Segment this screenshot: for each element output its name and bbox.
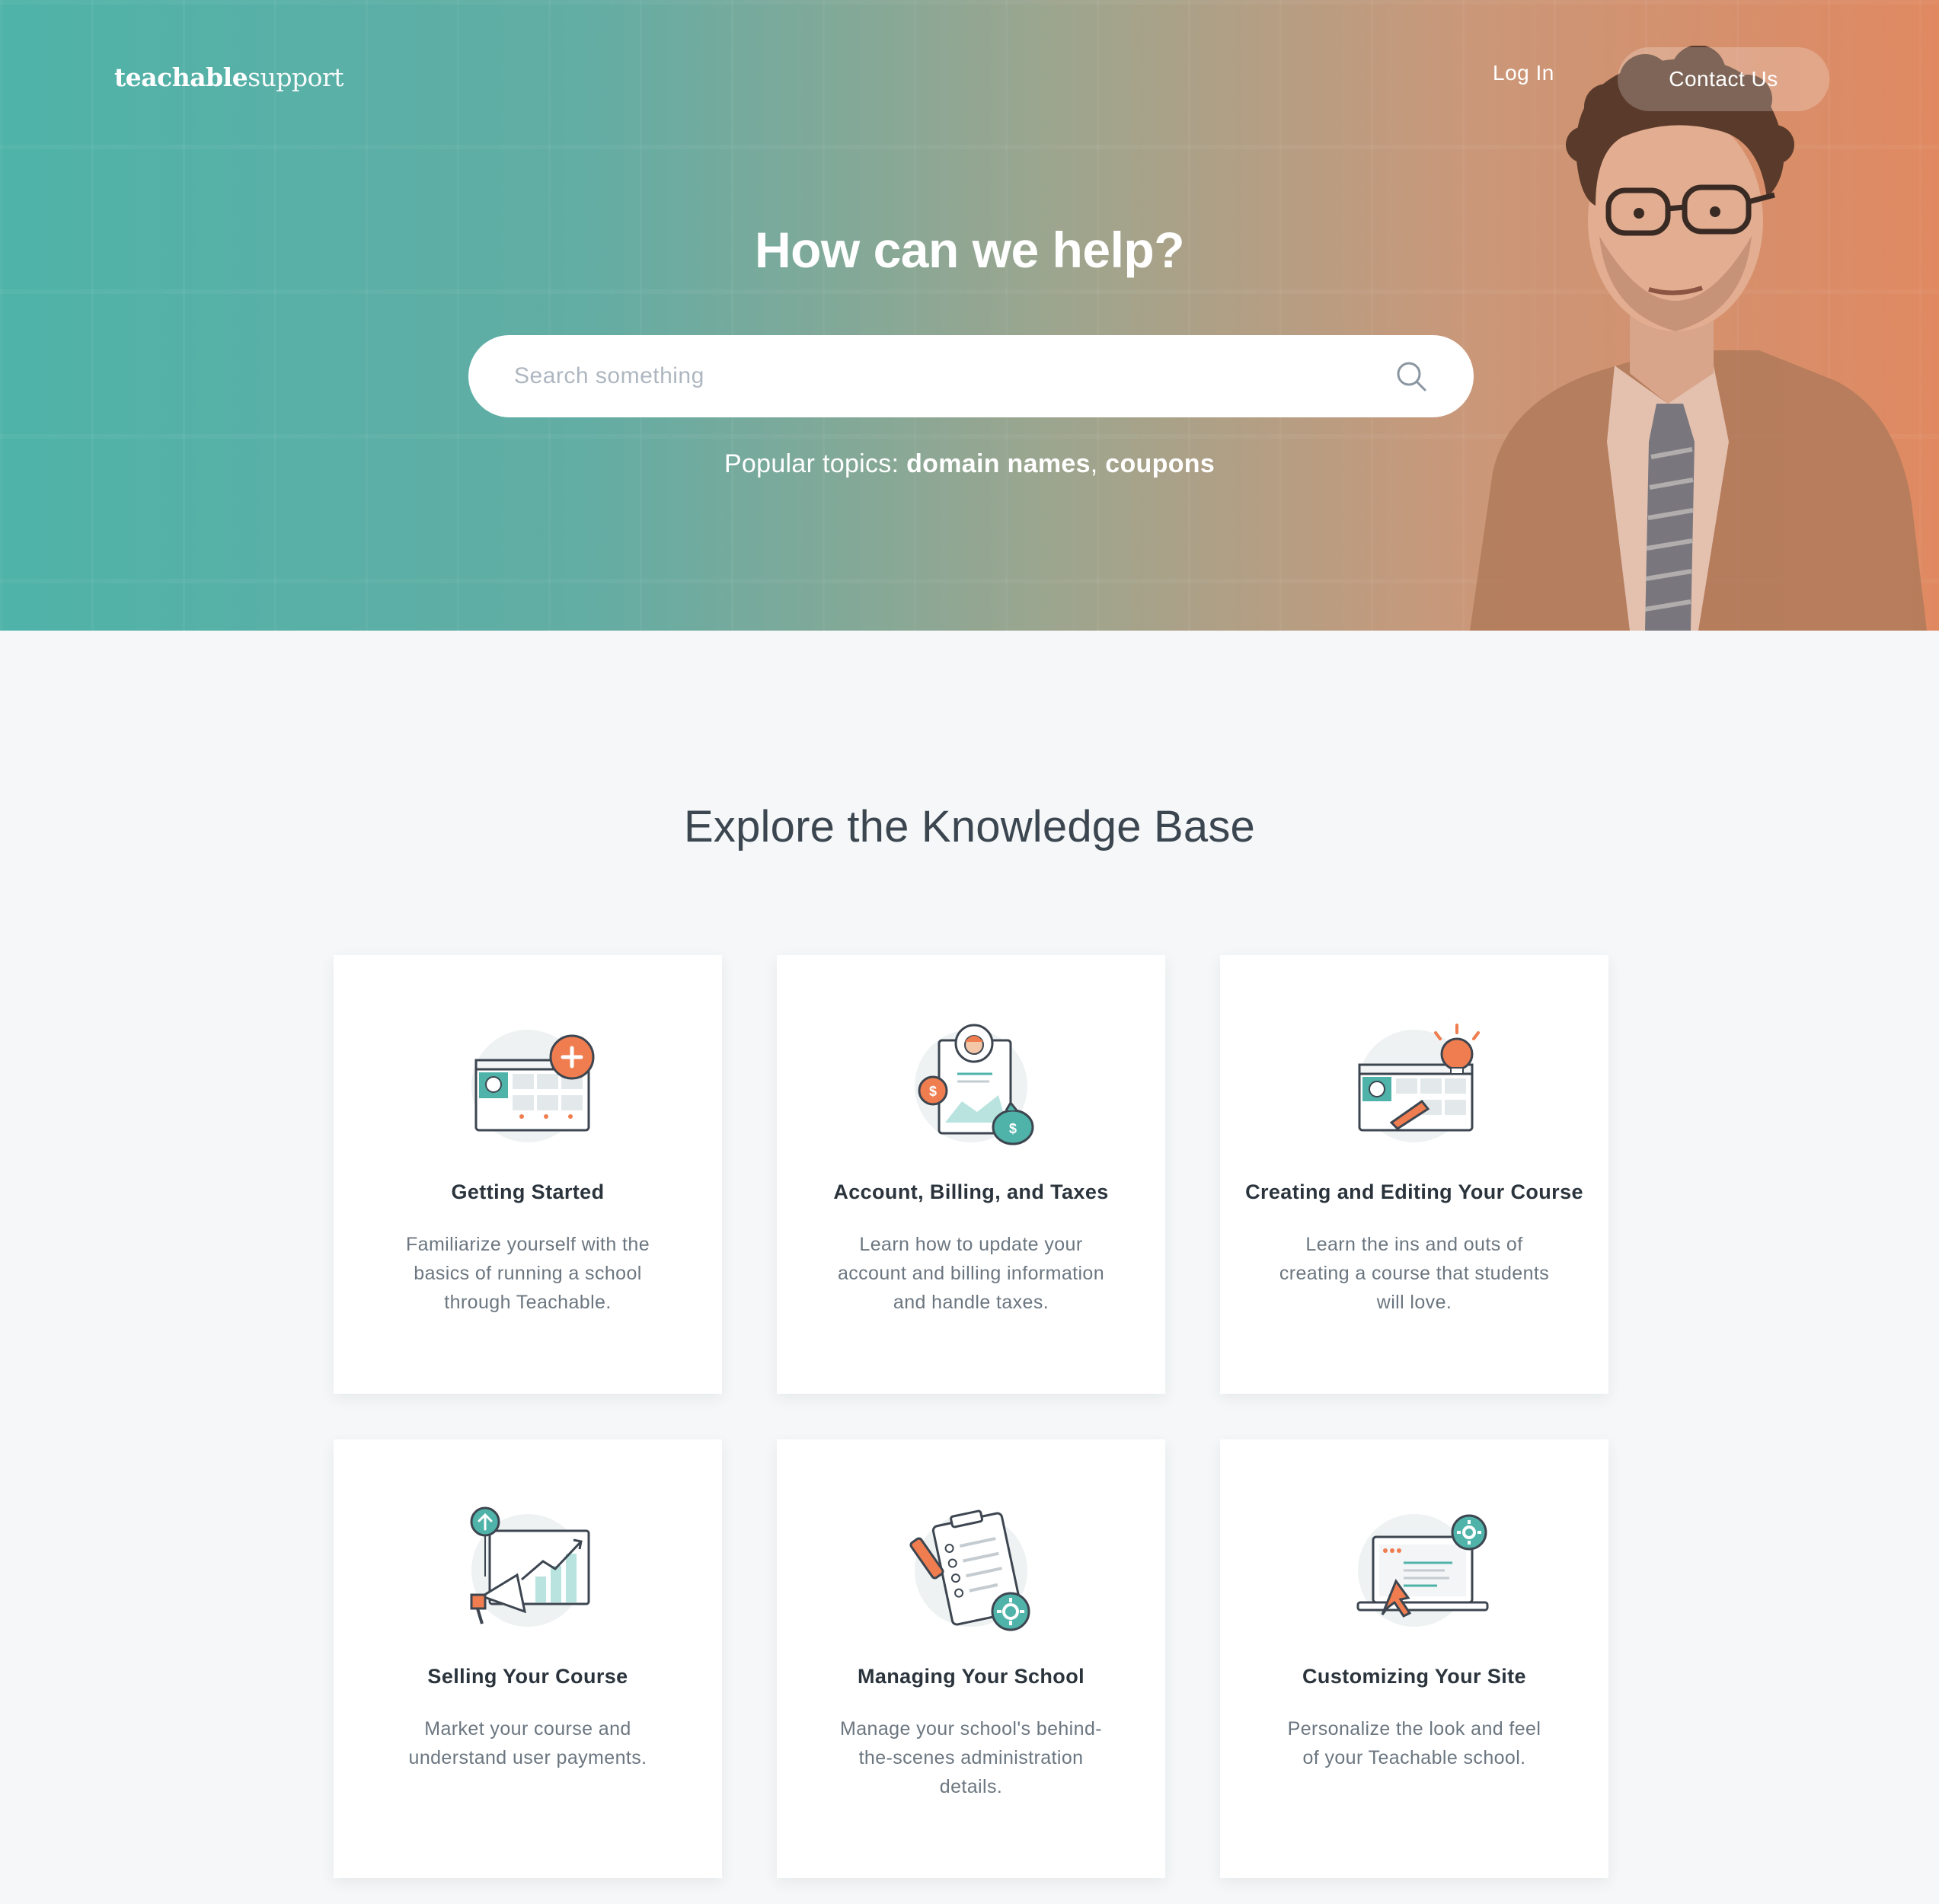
- kb-card-description: Personalize the look and feel of your Te…: [1287, 1718, 1541, 1768]
- hero-banner: teachablesupport Log In Contact Us How c…: [0, 0, 1939, 631]
- svg-text:$: $: [929, 1084, 937, 1099]
- login-link[interactable]: Log In: [1493, 61, 1554, 85]
- kb-card-title: Selling Your Course: [427, 1665, 628, 1688]
- billing-icon: $ $: [915, 1024, 1034, 1145]
- logo-wordmark-bold: teachable: [114, 62, 248, 92]
- popular-topic-link[interactable]: coupons: [1105, 449, 1215, 478]
- popular-topic-link[interactable]: domain names: [906, 449, 1091, 478]
- kb-card-selling-course[interactable]: Selling Your Course Market your course a…: [334, 1439, 722, 1878]
- course-edit-icon: [1358, 1024, 1480, 1142]
- hero-title: How can we help?: [754, 222, 1185, 278]
- search-icon[interactable]: [1394, 359, 1428, 393]
- kb-card-creating-editing-course[interactable]: Creating and Editing Your Course Learn t…: [1220, 955, 1608, 1394]
- logo-wordmark-light: support: [248, 62, 344, 92]
- hero-person-photo: [1470, 46, 1927, 631]
- kb-card-description: Learn the ins and outs of creating a cou…: [1279, 1234, 1550, 1313]
- contact-us-button[interactable]: Contact Us: [1618, 47, 1829, 111]
- kb-card-getting-started[interactable]: Getting Started Familiarize yourself wit…: [334, 955, 722, 1394]
- search-input[interactable]: [514, 363, 1394, 389]
- popular-topics-label: Popular topics:: [724, 449, 907, 478]
- kb-card-managing-school[interactable]: Managing Your School Manage your school'…: [777, 1439, 1165, 1878]
- kb-card-title: Customizing Your Site: [1302, 1665, 1526, 1688]
- kb-card-description: Familiarize yourself with the basics of …: [405, 1234, 650, 1313]
- kb-card-description: Manage your school's behind-the-scenes a…: [840, 1718, 1102, 1797]
- kb-card-title: Getting Started: [451, 1180, 605, 1203]
- kb-card-title: Managing Your School: [857, 1665, 1084, 1688]
- megaphone-chart-icon: [470, 1506, 590, 1627]
- kb-card-title: Account, Billing, and Taxes: [833, 1180, 1109, 1203]
- laptop-customize-icon: [1356, 1514, 1489, 1627]
- kb-card-description: Learn how to update your account and bil…: [837, 1234, 1105, 1313]
- svg-text:$: $: [1009, 1121, 1017, 1136]
- teachable-support-logo[interactable]: teachablesupport: [114, 62, 344, 92]
- popular-topic-separator: ,: [1090, 449, 1106, 478]
- kb-card-customizing-site[interactable]: Customizing Your Site Personalize the lo…: [1220, 1439, 1608, 1878]
- kb-card-account-billing-taxes[interactable]: $ $ Account, Billing, and Taxes Learn ho…: [777, 955, 1165, 1394]
- course-add-icon: [471, 1030, 595, 1142]
- kb-card-description: Market your course and understand user p…: [408, 1718, 647, 1768]
- knowledge-base-grid: Getting Started Familiarize yourself wit…: [334, 955, 1608, 1878]
- kb-card-title: Creating and Editing Your Course: [1245, 1180, 1583, 1203]
- popular-topics: Popular topics: domain names, coupons: [0, 449, 1939, 479]
- knowledge-base-title: Explore the Knowledge Base: [683, 802, 1256, 851]
- search-bar[interactable]: [468, 335, 1474, 417]
- clipboard-gear-icon: [909, 1509, 1030, 1631]
